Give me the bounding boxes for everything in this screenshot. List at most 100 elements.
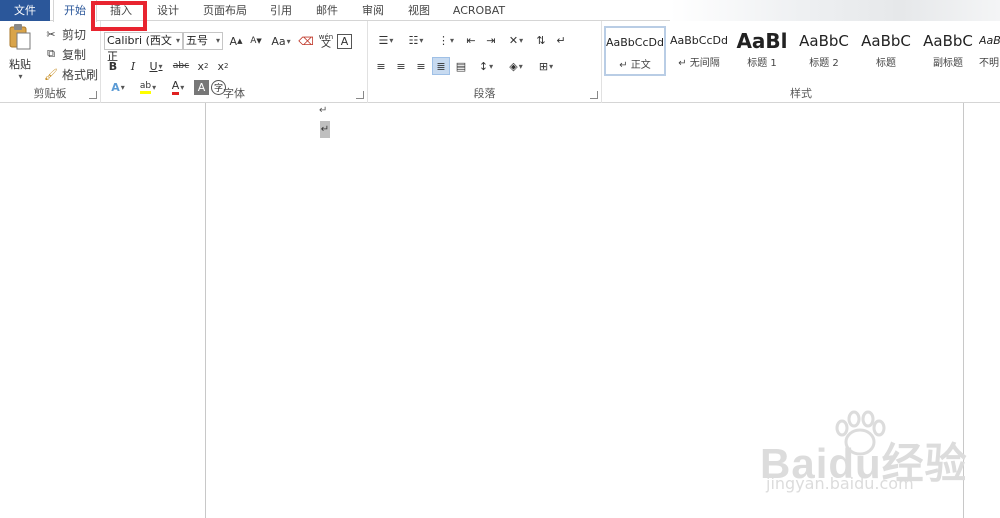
ribbon-tab-bar: 文件 开始 插入 设计 页面布局 引用 邮件 审阅 视图 ACROBAT xyxy=(0,0,1000,22)
paragraph-row-2: ≡ ≡ ≡ ≣ ▤ ↕ ▾ ◈ ▾ ⊞ ▾ xyxy=(372,57,560,75)
style-subtle[interactable]: AaBl 不明 xyxy=(979,26,1000,76)
line-spacing-button[interactable]: ↕ ▾ xyxy=(472,57,500,75)
font-name-combo[interactable]: Calibri (西文正 ▾ xyxy=(104,32,183,63)
scissors-icon: ✂ xyxy=(46,27,56,41)
shading-button[interactable]: ◈ ▾ xyxy=(502,57,530,75)
tab-review[interactable]: 审阅 xyxy=(352,0,394,21)
style-subtitle[interactable]: AaBbC 副标题 xyxy=(917,26,979,76)
italic-button[interactable]: I xyxy=(124,57,142,75)
style-normal[interactable]: AaBbCcDd ↵ 正文 xyxy=(604,26,666,76)
font-group: Calibri (西文正 ▾ 五号 ▾ A ▲ A ▼ Aa ▾ ⌫ wén 文 A … xyxy=(101,21,368,103)
style-heading-2-sample: AaBbC xyxy=(799,32,849,50)
phonetic-bottom: 文 xyxy=(321,39,331,50)
font-size-value: 五号 xyxy=(186,34,208,47)
chinese-layout-icon: ✕ xyxy=(508,33,519,47)
change-case-icon: Aa xyxy=(271,34,286,48)
tab-file[interactable]: 文件 xyxy=(0,0,50,21)
show-marks-icon[interactable]: ↵ xyxy=(552,31,570,49)
style-no-spacing[interactable]: AaBbCcDd ↵ 无间隔 xyxy=(668,26,730,76)
style-subtitle-name: 副标题 xyxy=(933,58,963,69)
tab-design[interactable]: 设计 xyxy=(146,0,190,21)
tab-mailings[interactable]: 邮件 xyxy=(305,0,349,21)
style-no-spacing-sample: AaBbCcDd xyxy=(670,34,728,47)
grow-font-button[interactable]: A ▲ xyxy=(227,32,245,50)
multilevel-list-icon: ⋮ xyxy=(437,33,449,47)
paragraph-row-1: ☰ ▾ ☷ ▾ ⋮ ▾ ⇤ ⇥ ✕ ▾ ⇅ ↵ xyxy=(372,31,570,49)
clear-format-icon[interactable]: ⌫ xyxy=(297,32,315,50)
align-center-icon[interactable]: ≡ xyxy=(392,57,410,75)
style-heading-1[interactable]: AaBl 标题 1 xyxy=(731,26,793,76)
bullets-icon: ☰ xyxy=(378,33,389,47)
numbering-button[interactable]: ☷ ▾ xyxy=(402,31,430,49)
distributed-icon[interactable]: ▤ xyxy=(452,57,470,75)
bullets-button[interactable]: ☰ ▾ xyxy=(372,31,400,49)
align-right-icon[interactable]: ≡ xyxy=(412,57,430,75)
style-heading-1-name: 标题 1 xyxy=(747,58,777,69)
copy-icon: ⧉ xyxy=(47,47,55,60)
underline-icon: U xyxy=(149,59,158,73)
font-size-combo[interactable]: 五号 ▾ xyxy=(183,32,223,50)
font-launcher-icon[interactable] xyxy=(356,91,364,99)
font-name-dropdown-icon: ▾ xyxy=(175,36,180,45)
watermark-url: jingyan.baidu.com xyxy=(766,474,914,493)
paste-dropdown-icon: ▾ xyxy=(18,72,23,81)
bold-button[interactable]: B xyxy=(104,57,122,75)
underline-button[interactable]: U ▾ xyxy=(144,57,168,75)
cut-button[interactable]: ✂ 剪切 xyxy=(42,25,86,43)
paragraph-launcher-icon[interactable] xyxy=(590,91,598,99)
multilevel-list-button[interactable]: ⋮ ▾ xyxy=(432,31,460,49)
copy-label: 复制 xyxy=(62,47,87,62)
page-left-edge xyxy=(205,103,206,518)
paste-label: 粘贴 xyxy=(9,58,31,71)
tab-acrobat[interactable]: ACROBAT xyxy=(446,0,512,21)
numbering-icon: ☷ xyxy=(408,33,419,47)
tab-view[interactable]: 视图 xyxy=(397,0,441,21)
tab-references[interactable]: 引用 xyxy=(260,0,302,21)
paragraph-mark: ↵ xyxy=(319,105,328,116)
shrink-font-button[interactable]: A ▼ xyxy=(247,32,265,50)
change-case-button[interactable]: Aa ▾ xyxy=(267,32,295,50)
font-group-label: 字体 xyxy=(223,87,245,100)
styles-group-label: 样式 xyxy=(790,87,812,100)
copy-button[interactable]: ⧉ 复制 xyxy=(42,45,86,63)
subscript-button[interactable]: x2 xyxy=(194,57,212,75)
line-spacing-icon: ↕ xyxy=(478,59,489,73)
format-painter-button[interactable]: 🖌 格式刷 xyxy=(42,65,98,83)
clipboard-launcher-icon[interactable] xyxy=(89,91,97,99)
increase-indent-icon[interactable]: ⇥ xyxy=(482,31,500,49)
style-heading-2-name: 标题 2 xyxy=(809,58,839,69)
tab-page-layout[interactable]: 页面布局 xyxy=(196,0,254,21)
style-heading-1-sample: AaBl xyxy=(736,29,788,53)
format-painter-label: 格式刷 xyxy=(62,67,99,82)
char-border-button[interactable]: A xyxy=(337,33,352,49)
decrease-indent-icon[interactable]: ⇤ xyxy=(462,31,480,49)
style-title[interactable]: AaBbC 标题 xyxy=(855,26,917,76)
justify-icon[interactable]: ≣ xyxy=(432,57,450,75)
paint-bucket-icon: ◈ xyxy=(509,59,518,73)
clipboard-group: 粘贴 ▾ ✂ 剪切 ⧉ 复制 🖌 格式刷 剪贴板 xyxy=(0,21,101,103)
paragraph-group-label: 段落 xyxy=(473,87,496,100)
baidu-watermark: Baidu经验 jingyan.baidu.com xyxy=(760,410,990,510)
sort-icon[interactable]: ⇅ xyxy=(532,31,550,49)
style-title-name: 标题 xyxy=(876,58,896,69)
style-title-sample: AaBbC xyxy=(861,32,911,50)
font-size-buttons: A ▲ A ▼ Aa ▾ ⌫ wén 文 A xyxy=(227,32,352,50)
superscript-mark: 2 xyxy=(224,62,229,70)
selected-paragraph-mark[interactable]: ↵ xyxy=(320,121,330,138)
chinese-layout-button[interactable]: ✕ ▾ xyxy=(502,31,530,49)
style-normal-sample: AaBbCcDd xyxy=(606,36,664,49)
clipboard-group-label: 剪贴板 xyxy=(33,87,67,100)
grow-font-icon: A xyxy=(229,34,238,48)
align-left-icon[interactable]: ≡ xyxy=(372,57,390,75)
paste-button[interactable]: 粘贴 ▾ xyxy=(4,24,36,81)
style-no-spacing-name: ↵ 无间隔 xyxy=(678,58,720,69)
word-window: 文件 开始 插入 设计 页面布局 引用 邮件 审阅 视图 ACROBAT 粘贴 xyxy=(0,0,1000,518)
strikethrough-button[interactable]: abc xyxy=(170,57,192,75)
phonetic-guide-button[interactable]: wén 文 xyxy=(317,32,335,50)
style-heading-2[interactable]: AaBbC 标题 2 xyxy=(793,26,855,76)
styles-group: AaBbCcDd ↵ 正文 AaBbCcDd ↵ 无间隔 AaBl 标题 1 A… xyxy=(602,21,1000,103)
superscript-button[interactable]: x2 xyxy=(214,57,232,75)
subscript-mark: 2 xyxy=(204,62,209,70)
cut-label: 剪切 xyxy=(62,27,87,42)
borders-button[interactable]: ⊞ ▾ xyxy=(532,57,560,75)
